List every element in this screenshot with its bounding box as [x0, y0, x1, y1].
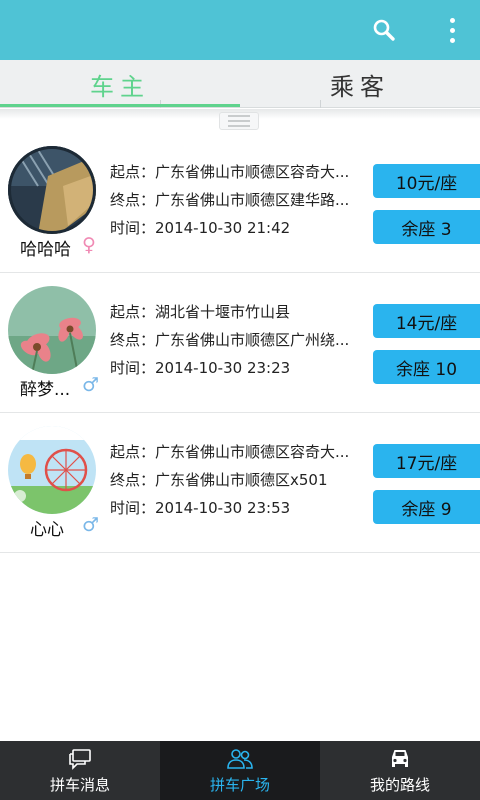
tab-passenger[interactable]: 乘客	[240, 60, 480, 108]
tab-divider	[320, 100, 321, 108]
username: 心心	[30, 520, 64, 540]
ride-info: 起点：广东省佛山市顺德区容奇大... 终点：广东省佛山市顺德区x501 时间：2…	[110, 441, 366, 525]
avatar[interactable]	[8, 286, 96, 374]
search-button[interactable]	[360, 0, 408, 60]
app-root: 车主 乘客 哈哈哈 ♀ 起点：广东省佛山市顺德区容奇大... 终点：广东省佛山市…	[0, 0, 480, 800]
nav-plaza-label: 拼车广场	[209, 775, 270, 794]
pull-handle[interactable]	[219, 112, 259, 130]
seats-badge[interactable]: 余座 9	[373, 490, 480, 524]
start-location: 起点：广东省佛山市顺德区容奇大...	[110, 443, 350, 461]
female-icon: ♀	[82, 234, 96, 256]
start-location: 起点：广东省佛山市顺德区容奇大...	[110, 163, 350, 181]
end-location: 终点：广东省佛山市顺德区x501	[110, 471, 328, 489]
people-icon	[225, 747, 255, 771]
price-badge[interactable]: 17元/座	[373, 444, 480, 478]
car-icon	[387, 747, 413, 771]
username: 哈哈哈	[20, 240, 71, 260]
overflow-menu-button[interactable]	[432, 0, 472, 60]
search-icon	[373, 19, 395, 41]
male-icon: ♂	[82, 374, 100, 396]
nav-plaza[interactable]: 拼车广场	[160, 741, 320, 800]
ride-info: 起点：湖北省十堰市竹山县 终点：广东省佛山市顺德区广州绕... 时间：2014-…	[110, 301, 366, 385]
tab-indicator	[0, 104, 240, 107]
username: 醉梦...	[20, 380, 71, 400]
ride-list-item[interactable]: 醉梦... ♂ 起点：湖北省十堰市竹山县 终点：广东省佛山市顺德区广州绕... …	[0, 273, 480, 413]
nav-messages[interactable]: 拼车消息	[0, 741, 160, 800]
price-badge[interactable]: 10元/座	[373, 164, 480, 198]
departure-time: 时间：2014-10-30 21:42	[110, 219, 291, 237]
start-location: 起点：湖北省十堰市竹山县	[110, 303, 291, 321]
nav-messages-label: 拼车消息	[49, 775, 110, 794]
bottom-navigation: 拼车消息 拼车广场 我的路线	[0, 741, 480, 800]
tab-driver[interactable]: 车主	[0, 60, 240, 108]
end-location: 终点：广东省佛山市顺德区广州绕...	[110, 331, 350, 349]
male-icon: ♂	[82, 514, 100, 536]
ride-list-item[interactable]: 哈哈哈 ♀ 起点：广东省佛山市顺德区容奇大... 终点：广东省佛山市顺德区建华路…	[0, 133, 480, 273]
seats-badge[interactable]: 余座 3	[373, 210, 480, 244]
departure-time: 时间：2014-10-30 23:53	[110, 499, 291, 517]
overflow-menu-icon	[449, 17, 455, 43]
seats-badge[interactable]: 余座 10	[373, 350, 480, 384]
nav-my-routes[interactable]: 我的路线	[320, 741, 480, 800]
ride-list: 哈哈哈 ♀ 起点：广东省佛山市顺德区容奇大... 终点：广东省佛山市顺德区建华路…	[0, 133, 480, 553]
ride-info: 起点：广东省佛山市顺德区容奇大... 终点：广东省佛山市顺德区建华路... 时间…	[110, 161, 366, 245]
avatar[interactable]	[8, 426, 96, 514]
departure-time: 时间：2014-10-30 23:23	[110, 359, 291, 377]
ride-list-item[interactable]: 心心 ♂ 起点：广东省佛山市顺德区容奇大... 终点：广东省佛山市顺德区x501…	[0, 413, 480, 553]
avatar[interactable]	[8, 146, 96, 234]
action-bar	[0, 0, 480, 60]
price-badge[interactable]: 14元/座	[373, 304, 480, 338]
end-location: 终点：广东省佛山市顺德区建华路...	[110, 191, 350, 209]
nav-my-routes-label: 我的路线	[369, 775, 430, 794]
chat-icon	[68, 747, 92, 771]
tab-bar: 车主 乘客	[0, 60, 480, 108]
